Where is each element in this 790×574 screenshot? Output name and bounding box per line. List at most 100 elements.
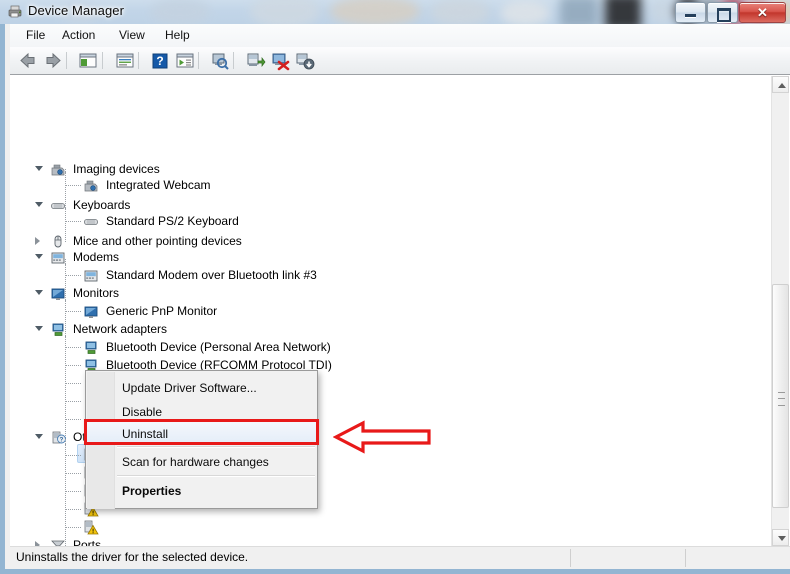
monitor-icon	[84, 306, 98, 318]
menu-item-action[interactable]: Action	[54, 26, 103, 45]
tree-line	[65, 511, 81, 528]
toolbar-separator	[198, 52, 199, 69]
toolbar: ?	[10, 47, 790, 75]
show-hide-action-pane-button[interactable]	[174, 50, 196, 71]
tree-line	[65, 259, 81, 276]
tree-node-label: Network adapters	[73, 322, 168, 336]
window-controls: ✕	[674, 2, 786, 23]
expand-collapse-glyph[interactable]	[35, 202, 43, 207]
tree-line	[65, 403, 81, 420]
tree-node-label: Integrated Webcam	[106, 178, 211, 192]
scroll-up-button[interactable]	[772, 76, 789, 93]
annotation-highlight-box	[84, 419, 319, 445]
camera-icon	[84, 180, 98, 192]
window-title: Device Manager	[28, 3, 125, 18]
network-adapter-icon	[85, 341, 97, 354]
toolbar-separator	[233, 52, 234, 69]
context-menu-item-scan-for-hardware-changes[interactable]: Scan for hardware changes	[87, 450, 318, 474]
show-hide-console-tree-button[interactable]	[77, 50, 99, 71]
tree-line	[65, 295, 81, 312]
network-adapter-icon	[52, 323, 64, 336]
scan-changes-icon	[296, 53, 315, 70]
expand-collapse-glyph[interactable]	[35, 237, 40, 245]
monitor-icon	[51, 288, 65, 300]
tree-line	[65, 349, 81, 366]
vertical-scrollbar[interactable]	[771, 76, 789, 546]
menu-item-help[interactable]: Help	[157, 26, 198, 45]
device-manager-icon	[8, 5, 22, 18]
annotation-arrow-icon	[333, 420, 431, 454]
menu-bar: File Action View Help	[10, 24, 790, 48]
tree-line	[65, 367, 81, 384]
toolbar-separator	[66, 52, 67, 69]
expand-collapse-glyph[interactable]	[35, 434, 43, 439]
forward-button[interactable]	[42, 50, 64, 71]
scroll-up-arrow-icon	[778, 83, 786, 88]
expand-collapse-glyph[interactable]	[35, 254, 43, 259]
toolbar-separator	[138, 52, 139, 69]
action-pane-icon	[176, 53, 194, 68]
menu-item-file[interactable]: File	[18, 26, 53, 45]
camera-icon	[51, 164, 65, 176]
tree-node-label: Bluetooth Device (Personal Area Network)	[106, 340, 331, 354]
scan-devices-button[interactable]	[209, 50, 231, 71]
minimize-button[interactable]	[675, 2, 706, 23]
tree-node-label: Generic PnP Monitor	[106, 304, 218, 318]
toolbar-separator	[102, 52, 103, 69]
context-menu-item-update-driver-software[interactable]: Update Driver Software...	[87, 376, 318, 400]
maximize-button[interactable]	[707, 2, 738, 23]
tree-node-label: Ports	[73, 538, 102, 546]
question-mark-icon: ?	[152, 53, 168, 69]
back-button[interactable]	[17, 50, 39, 71]
mouse-icon	[54, 235, 62, 248]
tree-line	[65, 205, 81, 222]
properties-button[interactable]	[114, 50, 136, 71]
unknown-device-icon: ?	[52, 431, 66, 444]
uninstall-red-x-icon	[272, 53, 290, 71]
tree-line	[65, 385, 81, 402]
help-button[interactable]: ?	[149, 50, 171, 71]
close-button[interactable]: ✕	[739, 2, 786, 23]
console-tree-icon	[79, 53, 97, 68]
modem-icon	[84, 270, 98, 282]
title-bar: Device Manager ✕	[0, 0, 790, 24]
expand-collapse-glyph[interactable]	[35, 290, 43, 295]
tree-line	[65, 169, 81, 186]
scroll-down-arrow-icon	[778, 536, 786, 541]
menu-item-view[interactable]: View	[111, 26, 153, 45]
status-bar: Uninstalls the driver for the selected d…	[10, 546, 790, 569]
context-menu-item-properties[interactable]: Properties	[87, 479, 318, 503]
scrollbar-thumb[interactable]	[772, 284, 789, 508]
magnifier-scan-icon	[212, 53, 229, 70]
svg-text:?: ?	[156, 54, 163, 68]
device-manager-window: Device Manager ✕ File Action View Help ?…	[0, 0, 790, 574]
ports-icon	[51, 540, 65, 546]
scroll-down-button[interactable]	[772, 529, 789, 546]
update-driver-icon	[247, 53, 266, 68]
context-menu-separator	[117, 446, 315, 448]
context-menu-separator	[117, 475, 315, 477]
scan-hardware-changes-button[interactable]	[294, 50, 316, 71]
right-arrow-icon	[46, 52, 61, 69]
tree-line	[65, 439, 81, 456]
tree-node-label: Standard PS/2 Keyboard	[106, 214, 239, 228]
tree-line	[65, 457, 81, 474]
keyboard-icon	[84, 219, 98, 225]
uninstall-device-button[interactable]	[269, 50, 291, 71]
modem-icon	[51, 252, 65, 264]
tree-line	[65, 493, 81, 510]
tree-line	[65, 475, 81, 492]
keyboard-icon	[51, 203, 65, 209]
tree-line	[65, 331, 81, 348]
update-driver-button[interactable]	[244, 50, 266, 71]
status-bar-divider	[685, 549, 686, 567]
left-arrow-icon	[20, 52, 35, 69]
expand-collapse-glyph[interactable]	[35, 166, 43, 171]
expand-collapse-glyph[interactable]	[35, 326, 43, 331]
status-bar-divider	[570, 549, 571, 567]
warning-device-icon	[84, 520, 99, 535]
tree-node-label: Standard Modem over Bluetooth link #3	[106, 268, 317, 282]
properties-window-icon	[116, 53, 134, 68]
status-bar-text: Uninstalls the driver for the selected d…	[16, 550, 249, 564]
svg-text:?: ?	[60, 438, 64, 444]
